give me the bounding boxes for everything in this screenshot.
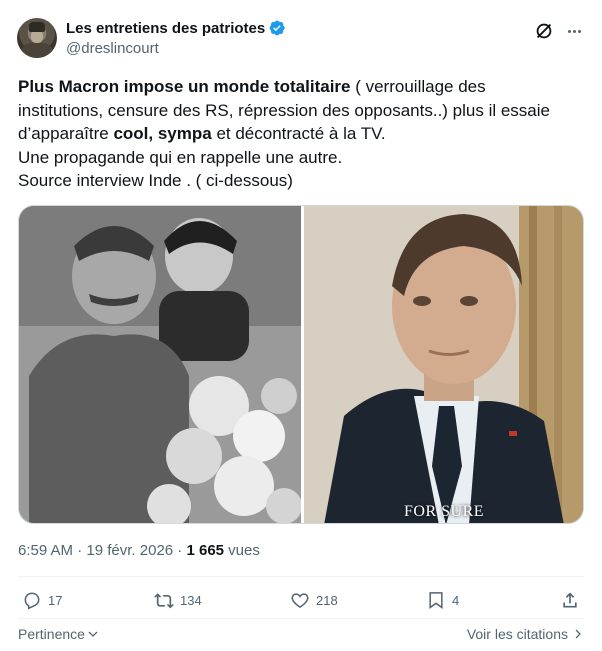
meta-separator-2: · bbox=[173, 542, 187, 559]
retweet-count: 134 bbox=[180, 592, 202, 608]
relevance-label: Pertinence bbox=[18, 626, 85, 642]
handle[interactable]: @dreslincourt bbox=[66, 40, 159, 57]
divider-bottom bbox=[18, 618, 584, 619]
bookmark-icon bbox=[429, 592, 443, 609]
tweet-meta: 6:59 AM · 19 févr. 2026 · 1 665 vues bbox=[18, 542, 260, 559]
verified-badge-icon bbox=[269, 20, 285, 36]
bookmark-count: 4 bbox=[452, 592, 460, 608]
tweet-header: Les entretiens des patriotes @dreslincou… bbox=[17, 16, 585, 60]
avatar[interactable] bbox=[17, 18, 57, 58]
tweet-rest-1: ( verrouillage des bbox=[350, 77, 486, 96]
avatar-coat bbox=[21, 43, 53, 58]
like-count: 218 bbox=[316, 592, 338, 608]
interview-photo-illustration bbox=[304, 206, 583, 523]
media-photo-right[interactable]: FOR SURE bbox=[304, 206, 583, 523]
chevron-right-icon bbox=[575, 629, 581, 639]
action-bar: 17 134 218 4 bbox=[18, 590, 584, 616]
reply-icon bbox=[24, 592, 40, 610]
tweet-footer: Pertinence Voir les citations bbox=[18, 626, 584, 646]
meta-separator: · bbox=[73, 542, 87, 559]
tweet-line-5: Source interview Inde . ( ci-dessous) bbox=[18, 171, 293, 190]
name-row: Les entretiens des patriotes bbox=[66, 19, 286, 37]
media-caption: FOR SURE bbox=[404, 503, 485, 520]
view-quotes-label: Voir les citations bbox=[466, 626, 568, 642]
share-icon bbox=[563, 592, 577, 608]
tweet-time[interactable]: 6:59 AM bbox=[18, 542, 73, 559]
heart-icon bbox=[291, 593, 309, 608]
share-button[interactable] bbox=[560, 590, 580, 610]
views-count: 1 665 bbox=[186, 542, 225, 559]
tweet-date[interactable]: 19 févr. 2026 bbox=[86, 542, 173, 559]
tweet-pre-3: d’apparaître bbox=[18, 124, 114, 143]
tweet-line-1: Plus Macron impose un monde totalitaire … bbox=[18, 75, 588, 99]
retweet-icon bbox=[154, 593, 174, 609]
historic-photo-illustration bbox=[19, 206, 301, 523]
reply-button[interactable]: 17 bbox=[22, 590, 62, 610]
tweet-text: Plus Macron impose un monde totalitaire … bbox=[18, 75, 588, 193]
media-container: FOR SURE bbox=[18, 205, 584, 524]
bookmark-button[interactable]: 4 bbox=[426, 590, 459, 610]
avatar-cap bbox=[29, 22, 45, 32]
views-label: vues bbox=[224, 542, 260, 559]
divider-top bbox=[18, 576, 584, 577]
like-button[interactable]: 218 bbox=[290, 590, 338, 610]
chevron-down-icon bbox=[88, 631, 98, 637]
media-photo-left[interactable] bbox=[19, 206, 301, 523]
tweet-bold-1: Plus Macron impose un monde totalitaire bbox=[18, 77, 351, 96]
tweet-line-3: d’apparaître cool, sympa et décontracté … bbox=[18, 122, 588, 146]
display-name[interactable]: Les entretiens des patriotes bbox=[66, 20, 265, 37]
view-quotes-link[interactable]: Voir les citations bbox=[467, 626, 584, 642]
more-options-icon[interactable] bbox=[563, 20, 585, 42]
tweet-line-2: institutions, censure des RS, répression… bbox=[18, 100, 550, 120]
tweet-line-4: Une propagande qui en rappelle une autre… bbox=[18, 147, 343, 167]
tweet-rest-3: et décontracté à la TV. bbox=[211, 124, 386, 143]
relevance-sort[interactable]: Pertinence bbox=[18, 626, 99, 642]
retweet-button[interactable]: 134 bbox=[154, 590, 202, 610]
reply-count: 17 bbox=[48, 592, 63, 608]
tweet-bold-3: cool, sympa bbox=[113, 124, 212, 143]
grok-icon[interactable] bbox=[533, 20, 555, 42]
